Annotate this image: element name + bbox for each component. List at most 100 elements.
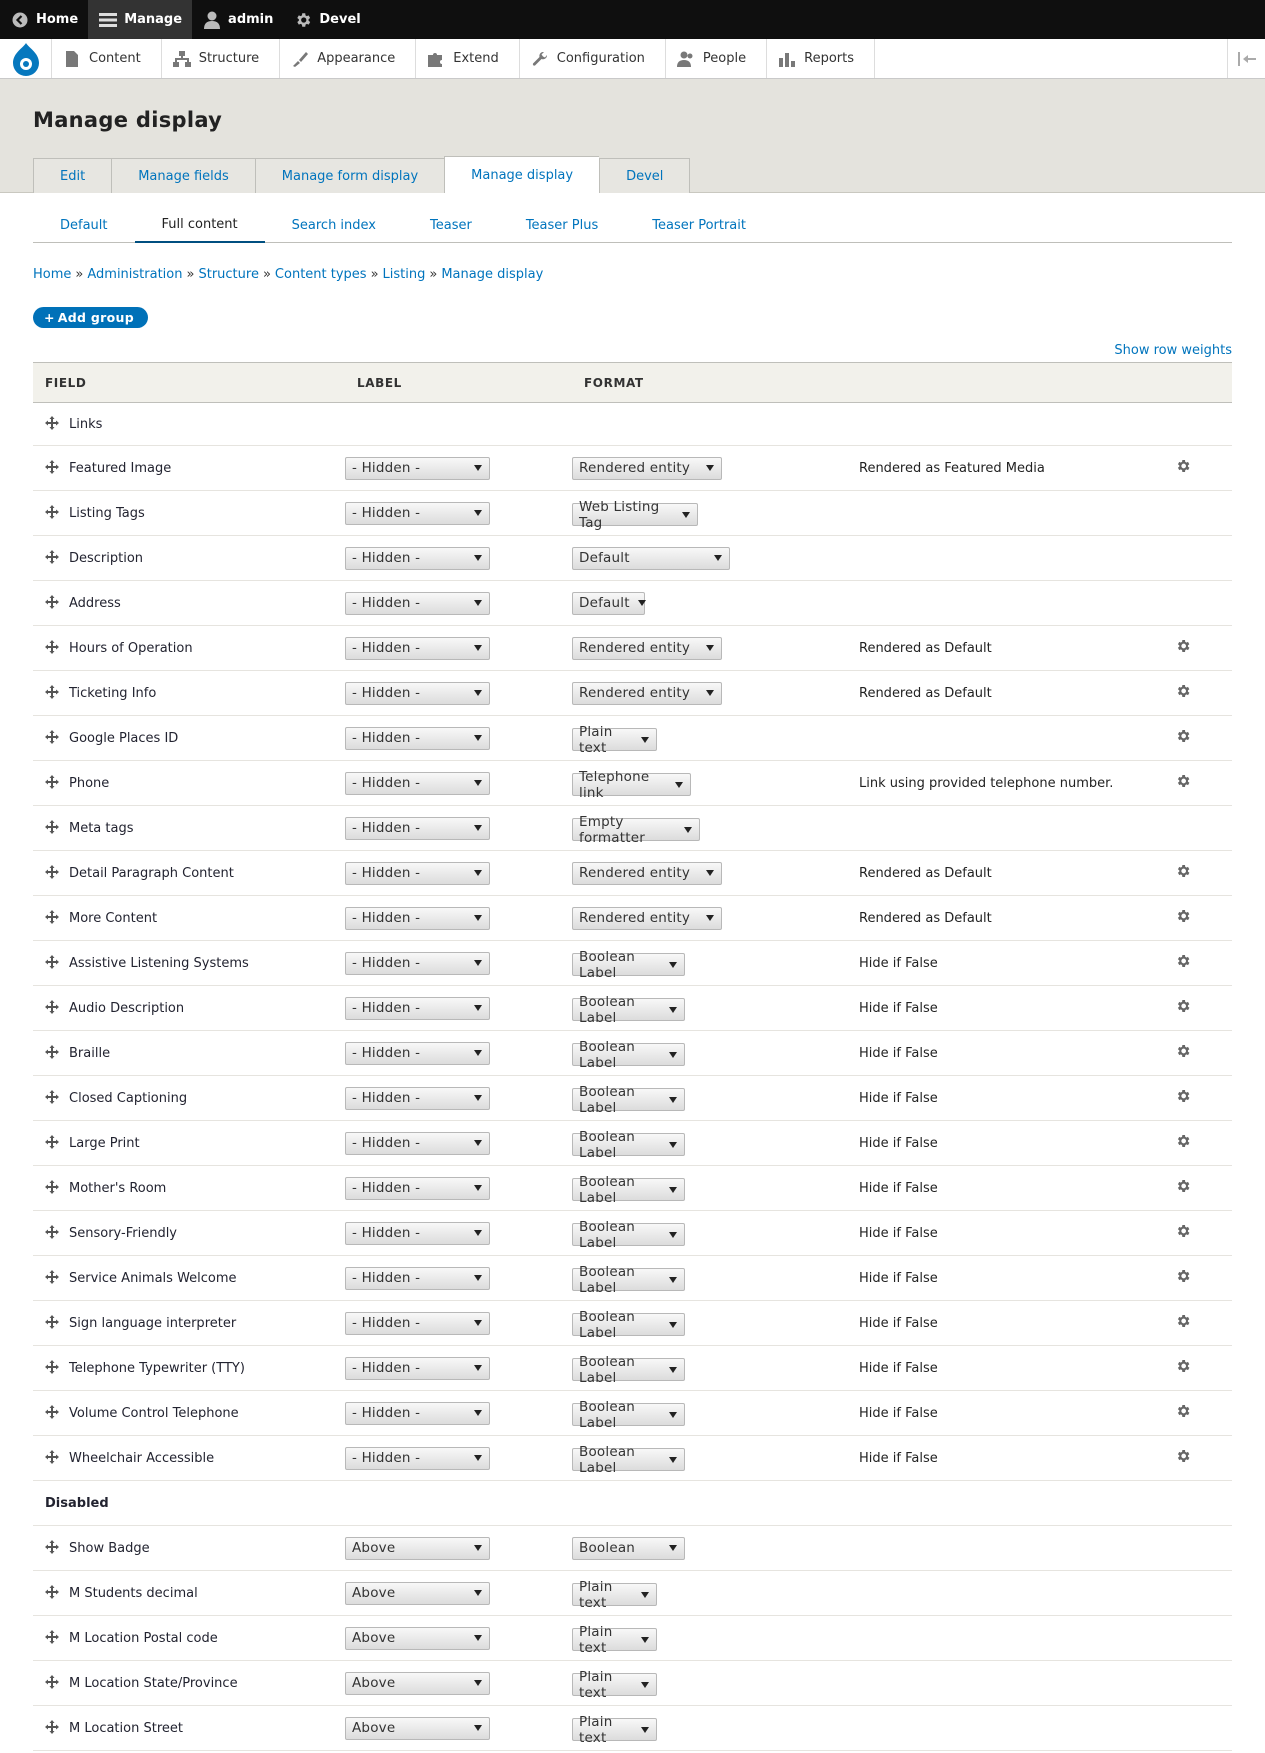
format-select[interactable]: Boolean Label (572, 1444, 685, 1476)
gear-icon[interactable] (1175, 1043, 1191, 1059)
format-select[interactable]: Boolean Label (572, 1354, 685, 1386)
toolbar-manage[interactable]: Manage (88, 0, 193, 39)
label-select[interactable]: - Hidden - (345, 1446, 490, 1470)
label-select[interactable]: - Hidden - (345, 771, 490, 795)
breadcrumb-structure[interactable]: Structure (198, 267, 258, 282)
label-select[interactable]: - Hidden - (345, 1086, 490, 1110)
label-select[interactable]: - Hidden - (345, 861, 490, 885)
label-select[interactable]: Above (345, 1536, 490, 1560)
label-select[interactable]: - Hidden - (345, 996, 490, 1020)
drag-handle-icon[interactable] (45, 1675, 59, 1689)
gear-icon[interactable] (1175, 1133, 1191, 1149)
drag-handle-icon[interactable] (45, 1000, 59, 1014)
drag-handle-icon[interactable] (45, 685, 59, 699)
drag-handle-icon[interactable] (45, 1405, 59, 1419)
toolbar-user[interactable]: admin (192, 0, 283, 39)
tab-manage-form-display[interactable]: Manage form display (254, 158, 445, 193)
format-select[interactable]: Rendered entity (572, 636, 722, 660)
subtab-search-index[interactable]: Search index (265, 208, 403, 243)
gear-icon[interactable] (1175, 1448, 1191, 1464)
drag-handle-icon[interactable] (45, 1450, 59, 1464)
label-select[interactable]: - Hidden - (345, 951, 490, 975)
format-select[interactable]: Plain text (572, 1714, 657, 1746)
label-select[interactable]: - Hidden - (345, 1176, 490, 1200)
gear-icon[interactable] (1175, 1403, 1191, 1419)
drag-handle-icon[interactable] (45, 595, 59, 609)
gear-icon[interactable] (1175, 998, 1191, 1014)
menu-item-extend[interactable]: Extend (416, 39, 520, 78)
format-select[interactable]: Boolean Label (572, 1264, 685, 1296)
collapse-tray-icon[interactable] (1227, 39, 1265, 78)
gear-icon[interactable] (1175, 1358, 1191, 1374)
subtab-full-content[interactable]: Full content (134, 208, 265, 243)
format-select[interactable]: Plain text (572, 724, 657, 756)
menu-item-structure[interactable]: Structure (162, 39, 281, 78)
label-select[interactable]: - Hidden - (345, 1401, 490, 1425)
breadcrumb-home[interactable]: Home (33, 267, 71, 282)
label-select[interactable]: - Hidden - (345, 1131, 490, 1155)
format-select[interactable]: Boolean (572, 1536, 685, 1560)
drag-handle-icon[interactable] (45, 1180, 59, 1194)
label-select[interactable]: - Hidden - (345, 456, 490, 480)
gear-icon[interactable] (1175, 863, 1191, 879)
menu-item-reports[interactable]: Reports (767, 39, 875, 78)
gear-icon[interactable] (1175, 683, 1191, 699)
format-select[interactable]: Boolean Label (572, 1084, 685, 1116)
gear-icon[interactable] (1175, 1178, 1191, 1194)
label-select[interactable]: Above (345, 1716, 490, 1740)
label-select[interactable]: - Hidden - (345, 681, 490, 705)
menu-item-configuration[interactable]: Configuration (520, 39, 666, 78)
drag-handle-icon[interactable] (45, 730, 59, 744)
drag-handle-icon[interactable] (45, 1090, 59, 1104)
gear-icon[interactable] (1175, 773, 1191, 789)
add-group-button[interactable]: + Add group (33, 307, 148, 328)
format-select[interactable]: Default (572, 546, 730, 570)
gear-icon[interactable] (1175, 908, 1191, 924)
gear-icon[interactable] (1175, 1268, 1191, 1284)
tab-manage-display[interactable]: Manage display (444, 156, 600, 193)
subtab-teaser[interactable]: Teaser (403, 208, 499, 243)
format-select[interactable]: Boolean Label (572, 1399, 685, 1431)
gear-icon[interactable] (1175, 953, 1191, 969)
label-select[interactable]: - Hidden - (345, 1221, 490, 1245)
gear-icon[interactable] (1175, 728, 1191, 744)
format-select[interactable]: Default (572, 591, 646, 615)
menu-item-people[interactable]: People (666, 39, 768, 78)
subtab-default[interactable]: Default (33, 208, 135, 243)
tab-manage-fields[interactable]: Manage fields (111, 158, 255, 193)
format-select[interactable]: Rendered entity (572, 456, 722, 480)
format-select[interactable]: Boolean Label (572, 1039, 685, 1071)
breadcrumb-administration[interactable]: Administration (87, 267, 182, 282)
drag-handle-icon[interactable] (45, 550, 59, 564)
format-select[interactable]: Empty formatter (572, 814, 700, 846)
label-select[interactable]: - Hidden - (345, 816, 490, 840)
tab-devel[interactable]: Devel (599, 158, 691, 193)
drupal-logo-icon[interactable] (0, 39, 52, 78)
menu-item-content[interactable]: Content (52, 39, 162, 78)
gear-icon[interactable] (1175, 1223, 1191, 1239)
drag-handle-icon[interactable] (45, 505, 59, 519)
format-select[interactable]: Boolean Label (572, 1174, 685, 1206)
label-select[interactable]: - Hidden - (345, 1041, 490, 1065)
drag-handle-icon[interactable] (45, 416, 59, 430)
drag-handle-icon[interactable] (45, 460, 59, 474)
breadcrumb-listing[interactable]: Listing (383, 267, 426, 282)
format-select[interactable]: Plain text (572, 1624, 657, 1656)
label-select[interactable]: - Hidden - (345, 726, 490, 750)
gear-icon[interactable] (1175, 1313, 1191, 1329)
format-select[interactable]: Boolean Label (572, 1129, 685, 1161)
toolbar-devel[interactable]: Devel (283, 0, 370, 39)
drag-handle-icon[interactable] (45, 1360, 59, 1374)
gear-icon[interactable] (1175, 1088, 1191, 1104)
gear-icon[interactable] (1175, 458, 1191, 474)
show-row-weights-link[interactable]: Show row weights (1114, 343, 1232, 358)
drag-handle-icon[interactable] (45, 775, 59, 789)
label-select[interactable]: - Hidden - (345, 501, 490, 525)
drag-handle-icon[interactable] (45, 640, 59, 654)
drag-handle-icon[interactable] (45, 1135, 59, 1149)
breadcrumb-content-types[interactable]: Content types (275, 267, 367, 282)
format-select[interactable]: Plain text (572, 1669, 657, 1701)
label-select[interactable]: Above (345, 1581, 490, 1605)
drag-handle-icon[interactable] (45, 1720, 59, 1734)
drag-handle-icon[interactable] (45, 865, 59, 879)
